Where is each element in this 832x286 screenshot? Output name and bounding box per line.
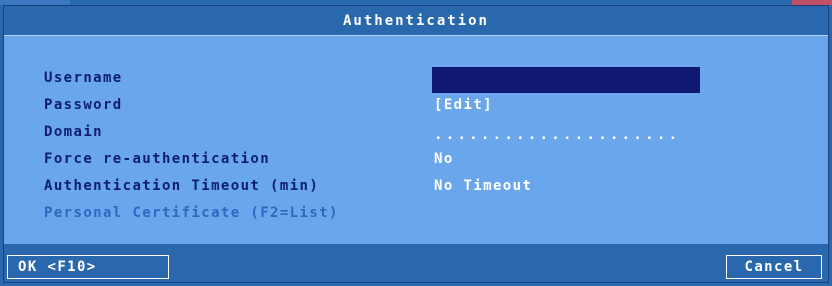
- certificate-label: Personal Certificate (F2=List): [44, 205, 339, 221]
- dialog-title-bar: Authentication: [4, 6, 828, 36]
- force-reauth-label: Force re-authentication: [44, 151, 271, 167]
- password-edit-button[interactable]: [Edit]: [434, 97, 493, 113]
- force-reauth-select[interactable]: No: [434, 151, 454, 167]
- timeout-label: Authentication Timeout (min): [44, 178, 320, 194]
- username-input[interactable]: [432, 67, 700, 93]
- timeout-select[interactable]: No Timeout: [434, 178, 532, 194]
- screen: Authentication Username Password [Edit] …: [0, 0, 832, 286]
- cancel-button[interactable]: Cancel: [726, 255, 822, 279]
- authentication-dialog: Authentication Username Password [Edit] …: [3, 5, 829, 283]
- dialog-button-bar: OK <F10> Cancel: [4, 244, 828, 282]
- dialog-title: Authentication: [342, 13, 489, 29]
- domain-field[interactable]: .....................: [434, 127, 680, 143]
- username-label: Username: [44, 70, 123, 86]
- password-label: Password: [44, 97, 123, 113]
- ok-button[interactable]: OK <F10>: [7, 255, 169, 279]
- domain-label: Domain: [44, 124, 103, 140]
